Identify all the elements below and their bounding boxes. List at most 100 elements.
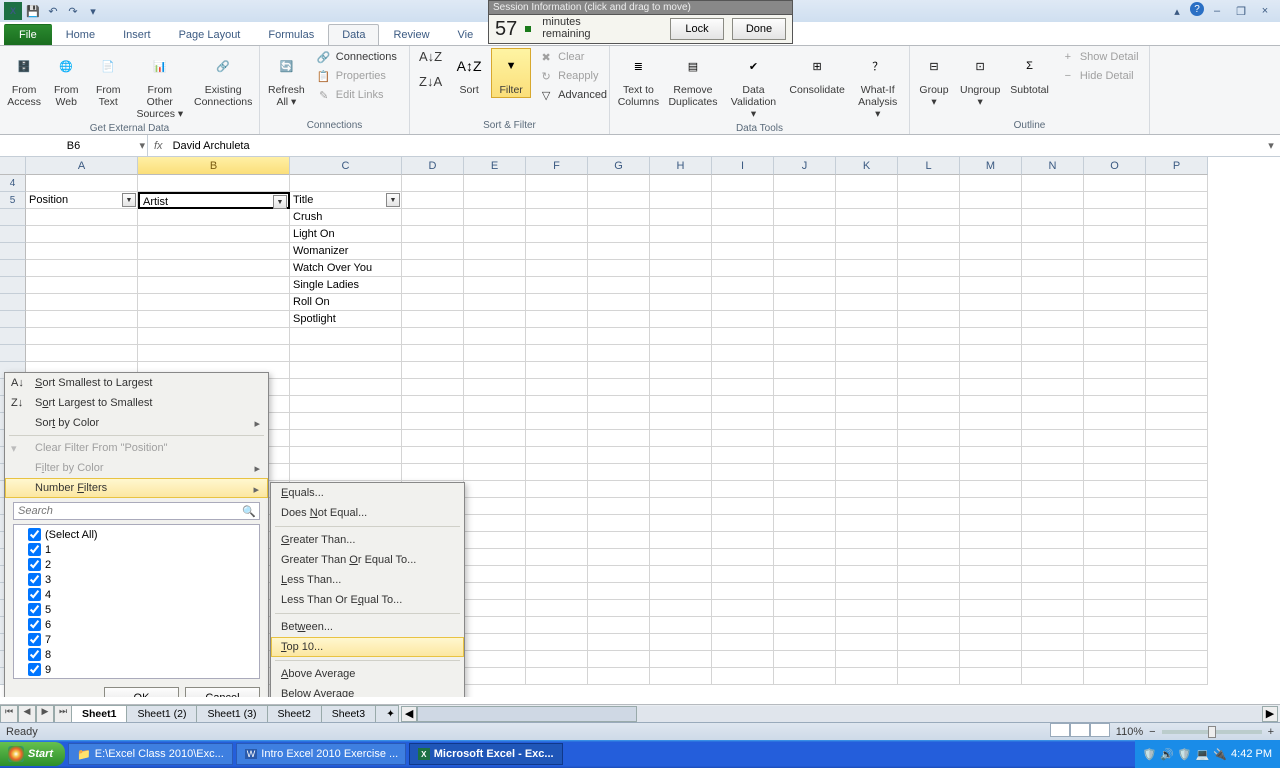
submenu-item[interactable]: Equals... bbox=[271, 483, 464, 503]
sort-desc-icon[interactable]: Z↓A bbox=[417, 73, 444, 90]
save-icon[interactable]: 💾 bbox=[24, 2, 42, 20]
tray-icon[interactable]: 🛡️ bbox=[1178, 748, 1192, 761]
from-access-button[interactable]: 🗄️FromAccess bbox=[4, 48, 44, 110]
tray-icon[interactable]: 🔌 bbox=[1213, 748, 1227, 761]
group-button[interactable]: ⊟Group▾ bbox=[914, 48, 954, 110]
remove-duplicates-button[interactable]: ▤RemoveDuplicates bbox=[665, 48, 721, 110]
redo-icon[interactable]: ↷ bbox=[64, 2, 82, 20]
scroll-right-button[interactable]: ▶ bbox=[1262, 706, 1278, 722]
tab-page-layout[interactable]: Page Layout bbox=[165, 24, 255, 45]
help-icon[interactable]: ? bbox=[1190, 2, 1204, 16]
text-to-columns-button[interactable]: ≣Text toColumns bbox=[614, 48, 663, 110]
tab-review[interactable]: Review bbox=[379, 24, 443, 45]
session-title[interactable]: Session Information (click and drag to m… bbox=[489, 1, 792, 14]
formula-input[interactable] bbox=[169, 140, 1262, 152]
prev-sheet-button[interactable]: ◀ bbox=[18, 705, 36, 723]
expand-formula-bar-icon[interactable]: ▾ bbox=[1262, 139, 1280, 152]
tab-formulas[interactable]: Formulas bbox=[254, 24, 328, 45]
filter-dropdown-icon[interactable]: ▼ bbox=[386, 193, 400, 207]
data-validation-button[interactable]: ✔DataValidation ▾ bbox=[723, 48, 784, 122]
sort-button[interactable]: A↕ZSort bbox=[449, 48, 489, 98]
minimize-ribbon-icon[interactable]: ▴ bbox=[1166, 2, 1188, 20]
clock[interactable]: 4:42 PM bbox=[1231, 748, 1272, 760]
worksheet-grid[interactable]: ABCDEFGHIJKLMNOP45Position▼Artist▼Title▼… bbox=[0, 157, 1280, 697]
tab-view[interactable]: View bbox=[444, 24, 474, 45]
fx-icon[interactable]: fx bbox=[148, 140, 169, 152]
window-close-icon[interactable]: × bbox=[1254, 2, 1276, 20]
advanced-filter-button[interactable]: ▽Advanced bbox=[536, 86, 609, 104]
tab-insert[interactable]: Insert bbox=[109, 24, 165, 45]
sort-by-color[interactable]: Sort by Color▸ bbox=[5, 413, 268, 433]
tray-icon[interactable]: 🔊 bbox=[1160, 748, 1174, 761]
ungroup-button[interactable]: ⊡Ungroup▾ bbox=[956, 48, 1004, 110]
scroll-left-button[interactable]: ◀ bbox=[401, 706, 417, 722]
sheet-tab[interactable]: Sheet1 (2) bbox=[126, 705, 197, 723]
last-sheet-button[interactable]: ⏭ bbox=[54, 705, 72, 723]
submenu-item[interactable]: Greater Than Or Equal To... bbox=[271, 550, 464, 570]
filter-item-checkbox[interactable] bbox=[28, 648, 41, 661]
cancel-button[interactable]: Cancel bbox=[185, 687, 260, 697]
taskbar-item[interactable]: XMicrosoft Excel - Exc... bbox=[409, 743, 563, 765]
tray-icon[interactable]: 🛡️ bbox=[1143, 748, 1157, 761]
filter-item-checkbox[interactable] bbox=[28, 603, 41, 616]
existing-connections-button[interactable]: 🔗ExistingConnections bbox=[191, 48, 255, 110]
filter-item-checkbox[interactable] bbox=[28, 558, 41, 571]
horizontal-scrollbar[interactable] bbox=[417, 706, 1262, 722]
window-restore-icon[interactable]: ❐ bbox=[1230, 2, 1252, 20]
submenu-item[interactable]: Between... bbox=[271, 617, 464, 637]
consolidate-button[interactable]: ⊞Consolidate bbox=[786, 48, 849, 98]
filter-checklist[interactable]: (Select All) 1 2 3 4 5 6 7 8 9 bbox=[13, 524, 260, 679]
sort-asc-icon[interactable]: A↓Z bbox=[417, 48, 444, 65]
submenu-item[interactable]: Less Than Or Equal To... bbox=[271, 590, 464, 610]
done-button[interactable]: Done bbox=[732, 18, 786, 40]
submenu-item[interactable]: Top 10... bbox=[271, 637, 464, 657]
submenu-item[interactable]: Does Not Equal... bbox=[271, 503, 464, 523]
start-button[interactable]: Start bbox=[0, 742, 65, 766]
sort-largest-to-smallest[interactable]: Z↓Sort Largest to Smallest bbox=[5, 393, 268, 413]
filter-item-checkbox[interactable] bbox=[28, 633, 41, 646]
what-if-button[interactable]: ？What-IfAnalysis ▾ bbox=[850, 48, 905, 122]
taskbar-item[interactable]: WIntro Excel 2010 Exercise ... bbox=[236, 743, 406, 765]
tab-home[interactable]: Home bbox=[52, 24, 109, 45]
refresh-all-button[interactable]: 🔄RefreshAll ▾ bbox=[264, 48, 309, 110]
undo-icon[interactable]: ↶ bbox=[44, 2, 62, 20]
zoom-level[interactable]: 110% bbox=[1116, 726, 1143, 738]
sheet-tab[interactable]: Sheet3 bbox=[321, 705, 376, 723]
view-buttons[interactable] bbox=[1050, 723, 1110, 740]
name-box-dropdown-icon[interactable]: ▾ bbox=[139, 139, 145, 152]
filter-item-checkbox[interactable] bbox=[28, 663, 41, 676]
sheet-tab[interactable]: Sheet1 bbox=[71, 705, 127, 723]
from-other-sources-button[interactable]: 📊From OtherSources ▾ bbox=[130, 48, 189, 122]
lock-button[interactable]: Lock bbox=[670, 18, 724, 40]
filter-item-checkbox[interactable] bbox=[28, 543, 41, 556]
filter-button[interactable]: ▼Filter bbox=[491, 48, 531, 98]
filter-item-checkbox[interactable] bbox=[28, 618, 41, 631]
tab-data[interactable]: Data bbox=[328, 24, 379, 45]
name-box-input[interactable] bbox=[6, 140, 141, 152]
filter-search-input[interactable] bbox=[13, 502, 260, 520]
ok-button[interactable]: OK bbox=[104, 687, 179, 697]
submenu-item[interactable]: Below Average bbox=[271, 684, 464, 697]
sort-smallest-to-largest[interactable]: A↓Sort Smallest to Largest bbox=[5, 373, 268, 393]
tab-file[interactable]: File bbox=[4, 24, 52, 45]
filter-dropdown-icon[interactable]: ▼ bbox=[273, 195, 287, 209]
filter-item-checkbox[interactable] bbox=[28, 573, 41, 586]
filter-item-checkbox[interactable] bbox=[28, 588, 41, 601]
number-filters[interactable]: Number Filters▸ bbox=[5, 478, 268, 498]
tray-icon[interactable]: 💻 bbox=[1196, 748, 1210, 761]
system-tray[interactable]: 🛡️ 🔊 🛡️ 💻 🔌 4:42 PM bbox=[1135, 740, 1280, 768]
next-sheet-button[interactable]: ▶ bbox=[36, 705, 54, 723]
zoom-in-button[interactable]: + bbox=[1268, 726, 1274, 738]
window-minimize-icon[interactable]: – bbox=[1206, 2, 1228, 20]
subtotal-button[interactable]: ΣSubtotal bbox=[1006, 48, 1053, 98]
qat-customize-icon[interactable]: ▾ bbox=[84, 2, 102, 20]
sheet-tab[interactable]: Sheet2 bbox=[267, 705, 322, 723]
sheet-tab[interactable]: Sheet1 (3) bbox=[196, 705, 267, 723]
connections-button[interactable]: 🔗Connections bbox=[314, 48, 399, 66]
new-sheet-button[interactable]: ✦ bbox=[375, 705, 399, 723]
taskbar-item[interactable]: 📁E:\Excel Class 2010\Exc... bbox=[68, 743, 233, 765]
filter-dropdown-icon[interactable]: ▼ bbox=[122, 193, 136, 207]
select-all-checkbox[interactable] bbox=[28, 528, 41, 541]
from-text-button[interactable]: 📄FromText bbox=[88, 48, 128, 110]
zoom-slider[interactable] bbox=[1162, 730, 1262, 734]
